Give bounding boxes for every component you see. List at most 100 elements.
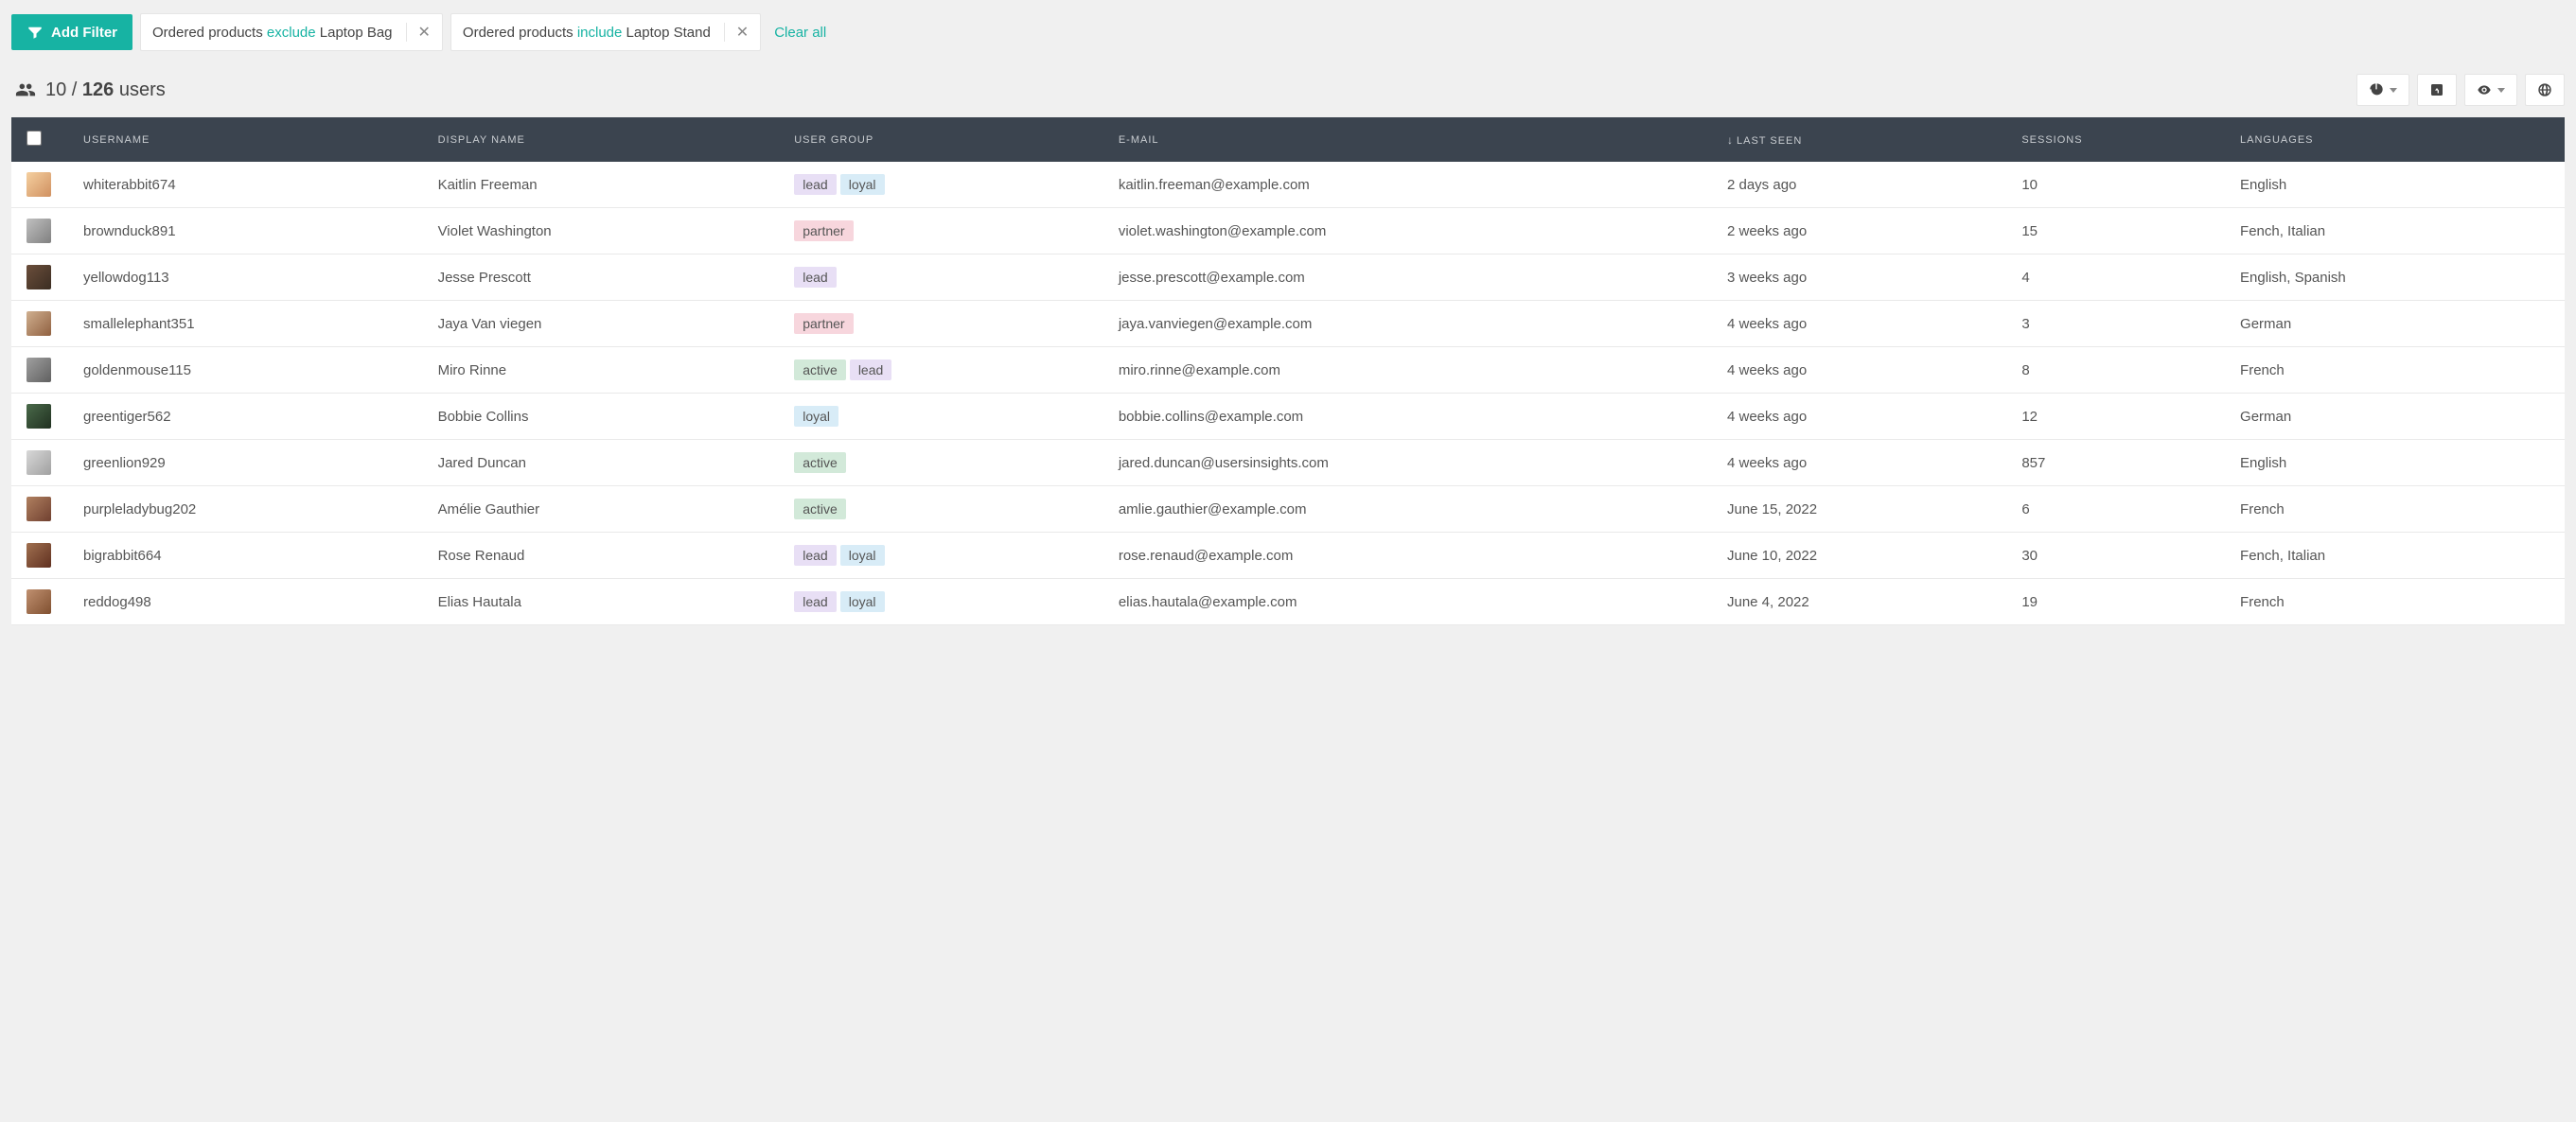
avatar [26,497,51,521]
table-row[interactable]: reddog498 Elias Hautalaleadloyalelias.hau… [11,579,2565,625]
display-name-cell: Violet Washington [427,208,784,254]
select-all-checkbox[interactable] [26,131,42,146]
group-tag-loyal: loyal [840,545,885,566]
user-group-cell: leadloyal [783,579,1107,625]
sessions-cell: 857 [2010,440,2229,486]
user-group-cell: loyal [783,394,1107,440]
table-row[interactable]: purpleladybug202 Amélie Gauthieractiveaml… [11,486,2565,533]
username: bigrabbit664 [83,548,162,564]
col-user-group[interactable]: User Group [783,117,1107,162]
email-cell: jaya.vanviegen@example.com [1107,301,1716,347]
group-tag-lead: lead [794,545,836,566]
sessions-cell: 15 [2010,208,2229,254]
close-icon[interactable]: ✕ [406,23,431,42]
filter-chip[interactable]: Ordered products include Laptop Stand ✕ [450,13,761,51]
table-row[interactable]: greenlion929Jared Duncanactivejared.dunc… [11,440,2565,486]
total-count: 126 [82,79,114,100]
user-group-cell: lead [783,254,1107,301]
languages-cell: English, Spanish [2229,254,2565,301]
username: yellowdog113 [83,270,169,286]
col-sessions[interactable]: Sessions [2010,117,2229,162]
user-group-cell: active [783,486,1107,533]
col-display-name[interactable]: Display Name [427,117,784,162]
sessions-cell: 3 [2010,301,2229,347]
email-cell: amlie.gauthier@example.com [1107,486,1716,533]
export-button[interactable] [2417,74,2457,106]
display-name-cell: Amélie Gauthier [427,486,784,533]
add-filter-label: Add Filter [51,25,117,41]
table-row[interactable]: bigrabbit664Rose Renaudleadloyalrose.ren… [11,533,2565,579]
username-cell: reddog498 [72,579,427,625]
email-cell: rose.renaud@example.com [1107,533,1716,579]
display-name-cell: Jared Duncan [427,440,784,486]
languages-cell: French [2229,579,2565,625]
col-last-seen[interactable]: ↓Last Seen [1716,117,2010,162]
username: brownduck891 [83,223,176,239]
users-icon [15,79,36,100]
col-email[interactable]: E-mail [1107,117,1716,162]
table-row[interactable]: greentiger562Bobbie Collinsloyalbobbie.c… [11,394,2565,440]
group-tag-partner: partner [794,220,853,241]
table-row[interactable]: yellowdog113 Jesse Prescott lead jesse.pres… [11,254,2565,301]
display-name-cell: Kaitlin Freeman [427,162,784,208]
pie-chart-icon [2369,82,2384,97]
toolbar [2356,74,2565,106]
sessions-cell: 30 [2010,533,2229,579]
avatar [26,589,51,614]
group-tag-loyal: loyal [840,174,885,195]
table-row[interactable]: goldenmouse115Miro Rinneactiveleadmiro.r… [11,347,2565,394]
sort-desc-icon: ↓ [1727,133,1734,147]
add-filter-button[interactable]: Add Filter [11,14,132,50]
email-cell: bobbie.collins@example.com [1107,394,1716,440]
username-cell: greentiger562 [72,394,427,440]
avatar [26,311,51,336]
username: greenlion929 [83,455,166,471]
last-seen-cell: 4 weeks ago [1716,347,2010,394]
sessions-cell: 4 [2010,254,2229,301]
last-seen-cell: 2 weeks ago [1716,208,2010,254]
filter-chip-text: Ordered products include Laptop Stand [463,25,711,41]
last-seen-cell: 4 weeks ago [1716,440,2010,486]
user-count: 10 / 126 users [15,79,166,101]
last-seen-cell: 2 days ago [1716,162,2010,208]
languages-cell: English [2229,440,2565,486]
filter-bar: Add Filter Ordered products exclude Lapt… [11,13,2565,51]
last-seen-cell: June 10, 2022 [1716,533,2010,579]
avatar [26,404,51,429]
avatar [26,265,51,289]
group-tag-lead: lead [794,267,836,288]
display-name-cell: Jesse Prescott [427,254,784,301]
username: goldenmouse115 [83,362,191,378]
username-cell: whiterabbit674 [72,162,427,208]
visibility-button[interactable] [2464,74,2517,106]
username: reddog498 [83,594,151,610]
display-name-cell: Elias Hautala [427,579,784,625]
shown-count: 10 [45,79,66,100]
table-row[interactable]: whiterabbit674Kaitlin Freemanleadloyalka… [11,162,2565,208]
table-row[interactable]: brownduck891Violet Washingtonpartnerviol… [11,208,2565,254]
users-table: Username Display Name User Group E-mail … [11,117,2565,625]
clear-all-link[interactable]: Clear all [774,25,826,41]
sessions-cell: 6 [2010,486,2229,533]
export-icon [2429,82,2444,97]
table-row[interactable]: smallelephant351Jaya Van viegenpartnerja… [11,301,2565,347]
username-cell: yellowdog113 [72,254,427,301]
col-languages[interactable]: Languages [2229,117,2565,162]
email-cell: jesse.prescott@example.com [1107,254,1716,301]
close-icon[interactable]: ✕ [724,23,749,42]
username: smallelephant351 [83,316,195,332]
globe-button[interactable] [2525,74,2565,106]
group-tag-loyal: loyal [794,406,838,427]
segments-button[interactable] [2356,74,2409,106]
col-username[interactable]: Username [72,117,427,162]
sessions-cell: 19 [2010,579,2229,625]
last-seen-cell: June 4, 2022 [1716,579,2010,625]
username: purpleladybug202 [83,501,196,517]
display-name-cell: Jaya Van viegen [427,301,784,347]
email-cell: elias.hautala@example.com [1107,579,1716,625]
filter-icon [26,24,44,41]
languages-cell: Fench, Italian [2229,533,2565,579]
filter-chip-text: Ordered products exclude Laptop Bag [152,25,393,41]
filter-chip[interactable]: Ordered products exclude Laptop Bag ✕ [140,13,443,51]
last-seen-cell: June 15, 2022 [1716,486,2010,533]
